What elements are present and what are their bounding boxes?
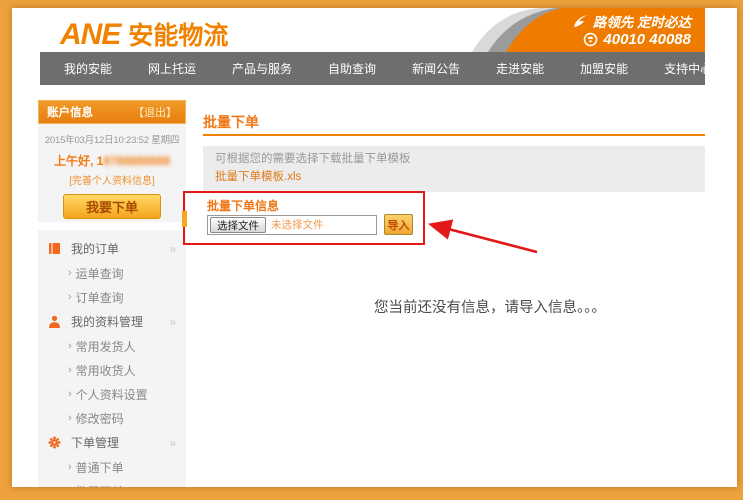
nav-item-7[interactable]: 加盟安能 [567, 60, 641, 77]
orders-icon [48, 242, 62, 256]
menu-group-label: 我的资料管理 [71, 313, 143, 330]
header-banner: 路领先 定时必达 40010 40088 [432, 8, 705, 52]
phone-icon [583, 32, 598, 47]
import-button[interactable]: 导入 [384, 214, 413, 235]
golden-background: ANE 安能物流 路领先 定时必达 40010 4 [0, 0, 743, 500]
menu-item-批量下单[interactable]: › 批量下单 [38, 479, 186, 487]
account-header: 账户信息 【退出】 [38, 100, 186, 124]
menu-item-普通下单[interactable]: › 普通下单 [38, 455, 186, 479]
template-hint-box: 可根据您的需要选择下载批量下单模板 批量下单模板.xls [203, 146, 705, 192]
menu-item-label: 个人资料设置 [76, 386, 148, 403]
profile-icon [48, 315, 62, 329]
chevron-right-icon: › [68, 291, 72, 303]
menu-item-运单查询[interactable]: › 运单查询 [38, 261, 186, 285]
nav-item-1[interactable]: 我的安能 [51, 60, 125, 77]
menu-group-我的资料管理[interactable]: 我的资料管理 » [38, 309, 186, 334]
nav-item-8[interactable]: 支持中心 [651, 60, 725, 77]
page-title: 批量下单 [203, 112, 259, 132]
menu-item-label: 常用发货人 [76, 338, 136, 355]
upload-section-title: 批量下单信息 [207, 197, 279, 214]
template-download-link[interactable]: 批量下单模板.xls [215, 170, 301, 185]
chevron-right-icon: › [68, 340, 72, 352]
menu-item-label: 运单查询 [76, 265, 124, 282]
section-marker [182, 211, 187, 227]
greeting-prefix: 上午好, 1 [54, 154, 103, 168]
double-chevron-icon: » [169, 242, 176, 256]
brand-slogan: 路领先 定时必达 [572, 11, 691, 31]
template-hint-text: 可根据您的需要选择下载批量下单模板 [215, 152, 693, 167]
page-container: ANE 安能物流 路领先 定时必达 40010 4 [12, 8, 737, 487]
complete-profile-link[interactable]: [完善个人资料信息] [38, 172, 186, 187]
account-info-box: 账户信息 【退出】 2015年03月12日10:23:52 星期四 上午好, 1… [38, 100, 186, 222]
menu-item-label: 批量下单 [76, 483, 124, 488]
no-file-selected-text: 未选择文件 [271, 217, 324, 232]
account-title: 账户信息 [47, 104, 93, 120]
chevron-right-icon: › [68, 461, 72, 473]
annotation-red-box: 批量下单信息 选择文件 未选择文件 导入 [183, 191, 425, 245]
chevron-right-icon: › [68, 485, 72, 487]
place-order-button[interactable]: 我要下单 [63, 194, 161, 219]
menu-group-label: 我的订单 [71, 240, 119, 257]
nav-item-4[interactable]: 自助查询 [315, 60, 389, 77]
menu-item-常用发货人[interactable]: › 常用发货人 [38, 334, 186, 358]
menu-item-label: 普通下单 [76, 459, 124, 476]
nav-item-3[interactable]: 产品与服务 [219, 60, 305, 77]
menu-group-下单管理[interactable]: 下单管理 » [38, 430, 186, 455]
menu-group-我的订单[interactable]: 我的订单 » [38, 236, 186, 261]
nav-item-6[interactable]: 走进安能 [483, 60, 557, 77]
chevron-right-icon: › [68, 412, 72, 424]
gear-icon [48, 436, 62, 450]
title-underline [203, 134, 705, 136]
slogan-text: 路领先 定时必达 [593, 11, 691, 31]
logout-link[interactable]: 【退出】 [133, 104, 177, 120]
menu-item-订单查询[interactable]: › 订单查询 [38, 285, 186, 309]
chevron-right-icon: › [68, 267, 72, 279]
chevron-right-icon: › [68, 388, 72, 400]
double-chevron-icon: » [169, 436, 176, 450]
file-input[interactable]: 选择文件 未选择文件 [207, 215, 377, 235]
menu-item-个人资料设置[interactable]: › 个人资料设置 [38, 382, 186, 406]
menu-item-label: 修改密码 [76, 410, 124, 427]
choose-file-button[interactable]: 选择文件 [210, 217, 266, 233]
sidebar-menu: 我的订单 » › 运单查询 › 订单查询我的资料管理 » › 常用发货人 › 常用收货人 › 个人资料设… [38, 230, 186, 487]
chevron-right-icon: › [68, 364, 72, 376]
greeting: 上午好, 18788888888 [38, 152, 186, 169]
menu-item-label: 常用收货人 [76, 362, 136, 379]
nav-item-5[interactable]: 新闻公告 [399, 60, 473, 77]
menu-item-label: 订单查询 [76, 289, 124, 306]
empty-state-message: 您当前还没有信息，请导入信息。。。 [374, 296, 606, 317]
service-phone: 40010 40088 [583, 31, 691, 48]
masked-phone-number: 8788888888 [103, 154, 170, 168]
menu-item-修改密码[interactable]: › 修改密码 [38, 406, 186, 430]
login-datetime: 2015年03月12日10:23:52 星期四 [38, 132, 186, 146]
menu-group-label: 下单管理 [71, 434, 119, 451]
double-chevron-icon: » [169, 315, 176, 329]
logo-chinese-text: 安能物流 [128, 16, 228, 52]
phone-number: 40010 40088 [603, 31, 691, 48]
nav-item-2[interactable]: 网上托运 [135, 60, 209, 77]
main-nav: 我的安能网上托运产品与服务自助查询新闻公告走进安能加盟安能支持中心 [40, 52, 705, 85]
ane-logo[interactable]: ANE 安能物流 [60, 16, 228, 52]
logo-ane-text: ANE [60, 18, 120, 52]
menu-item-常用收货人[interactable]: › 常用收货人 [38, 358, 186, 382]
file-upload-row: 选择文件 未选择文件 导入 [207, 214, 413, 235]
ane-swoosh-icon [572, 14, 589, 29]
